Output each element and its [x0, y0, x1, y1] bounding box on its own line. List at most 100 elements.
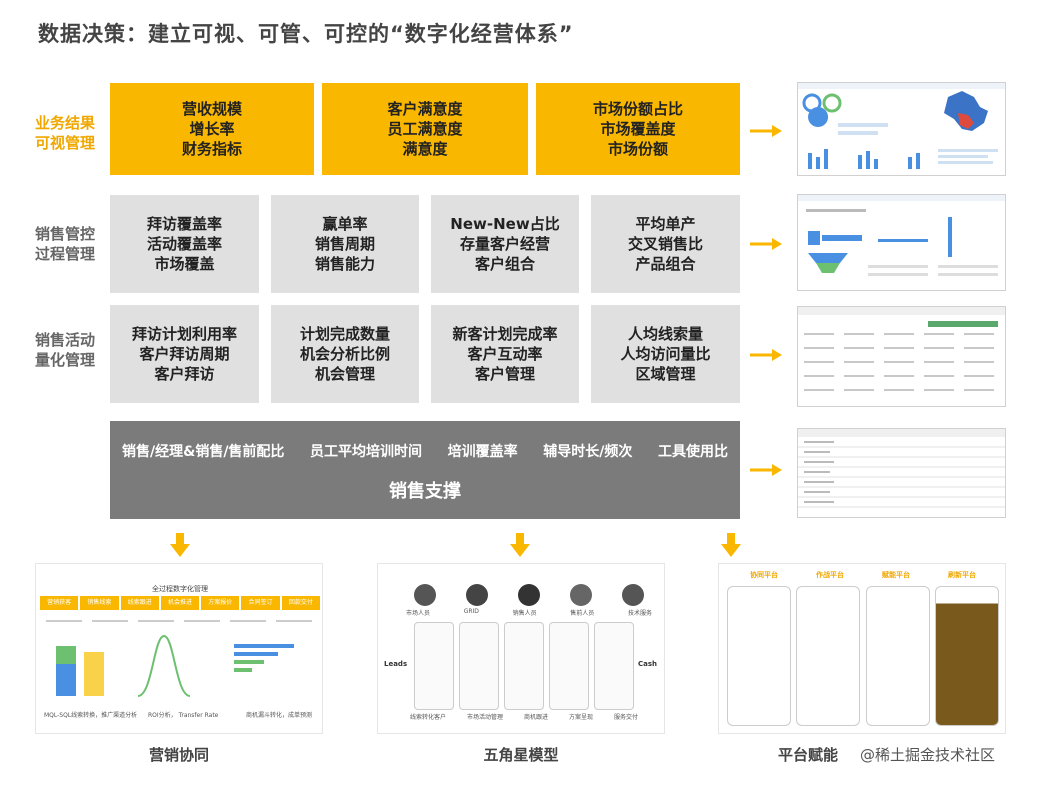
row-label-line: 业务结果 [34, 114, 95, 132]
arrow-down-icon [510, 533, 530, 557]
support-item: 销售/经理&销售/售前配比 [122, 444, 285, 460]
role-label: GRID [463, 608, 479, 615]
arrow-right-icon [750, 125, 782, 137]
result-box-revenue: 营收规模 增长率 财务指标 [110, 83, 314, 175]
result-box-satisfaction: 客户满意度 员工满意度 满意度 [322, 83, 528, 175]
box-line: 区域管理 [635, 365, 696, 383]
row-label-line: 过程管理 [34, 245, 95, 263]
stage-chevron: 合同签订 [241, 596, 280, 610]
dashboard-results-illustration [798, 83, 1005, 169]
dashboard-thumbnail-results [797, 82, 1006, 176]
box-line: 市场覆盖度 [600, 120, 676, 138]
arrow-right-icon [750, 349, 782, 361]
avatar [518, 584, 540, 606]
step-label: 线索转化客户 [410, 714, 447, 721]
support-item: 员工平均培训时间 [310, 444, 423, 460]
role-label: 售前人员 [570, 610, 595, 617]
phone-screen [796, 586, 861, 726]
box-line: 营收规模 [181, 100, 242, 118]
platform-phones [727, 586, 999, 726]
watermark: @稀土掘金技术社区 [860, 746, 996, 764]
box-line: 市场份额 [607, 140, 668, 158]
arrow-down-icon [170, 533, 190, 557]
row-label-line: 销售活动 [34, 331, 95, 349]
phone-screen [727, 586, 791, 726]
stage-chevron: 机会推进 [160, 596, 200, 610]
platform-tab: 作战平台 [816, 571, 844, 579]
box-line: 销售周期 [314, 235, 375, 253]
dashboard-thumbnail-process [797, 194, 1006, 291]
box-line: 客户拜访周期 [139, 345, 230, 363]
dashboard-thumbnail-activity [797, 306, 1006, 407]
process-box-winrate: 赢单率 销售周期 销售能力 [271, 195, 419, 293]
marketing-footer-mid: ROI分析， Transfer Rate [148, 712, 219, 719]
avatar [570, 584, 592, 606]
box-line: New-New占比 [450, 215, 560, 233]
box-line: 计划完成数量 [299, 325, 390, 343]
platform-tabs: 协同平台 作战平台 赋能平台 刷新平台 [731, 570, 995, 580]
step-labels: 线索转化客户 市场活动管理 商机跟进 方案呈现 服务交付 [410, 712, 638, 721]
page-title: 数据决策：建立可视、可管、可控的“数字化经营体系” [38, 22, 574, 46]
box-line: 市场覆盖 [154, 255, 215, 273]
activity-box-visits: 拜访计划利用率 客户拜访周期 客户拜访 [110, 305, 259, 403]
step-label: 服务交付 [613, 714, 638, 721]
phone-screen [504, 622, 544, 710]
dashboard-support-illustration [798, 429, 1005, 508]
row-label-results: 业务结果 可视管理 [22, 113, 108, 153]
marketing-footer-right: 商机漏斗转化，成单预测 [246, 712, 313, 719]
activity-box-new-customers: 新客计划完成率 客户互动率 客户管理 [431, 305, 579, 403]
row-label-line: 销售管控 [34, 225, 95, 243]
platform-tab: 刷新平台 [948, 571, 976, 579]
stage-chevron: 销售线索 [80, 596, 119, 610]
stage-chevron: 线索跟进 [120, 596, 159, 610]
phone-screen [934, 586, 999, 726]
box-line: 财务指标 [181, 140, 242, 158]
label-marketing-synergy: 营销协同 [148, 746, 209, 764]
row-label-line: 量化管理 [34, 351, 95, 369]
role-label: 市场人员 [406, 610, 431, 617]
support-metrics: 销售/经理&销售/售前配比 员工平均培训时间 培训覆盖率 辅导时长/频次 工具使… [122, 441, 728, 463]
platform-tab: 协同平台 [750, 571, 778, 579]
stage-chevron: 营销获客 [40, 596, 79, 610]
row-label-line: 可视管理 [34, 134, 95, 152]
box-line: 机会分析比例 [299, 345, 390, 363]
support-item: 培训覆盖率 [447, 444, 518, 460]
stage-chevron: 回款交付 [281, 596, 320, 610]
box-line: 赢单率 [322, 215, 368, 233]
phone-screen [594, 622, 634, 710]
box-line: 交叉销售比 [627, 235, 703, 253]
process-box-coverage: 拜访覆盖率 活动覆盖率 市场覆盖 [110, 195, 259, 293]
marketing-header: 全过程数字化管理 [152, 585, 208, 593]
marketing-synergy-panel: 全过程数字化管理 营销获客 销售线索 线索跟进 机会推进 方案报价 合同签订 回… [35, 563, 323, 734]
box-line: 平均单产 [635, 215, 696, 233]
phone-screen [865, 586, 930, 726]
box-line: 拜访覆盖率 [146, 215, 222, 233]
platform-tab: 赋能平台 [882, 571, 910, 579]
role-label: 销售人员 [512, 610, 537, 617]
step-label: 市场活动管理 [466, 714, 503, 721]
support-title: 销售支撑 [389, 481, 461, 502]
phone-screen [549, 622, 589, 710]
marketing-stage-bar: 营销获客 销售线索 线索跟进 机会推进 方案报价 合同签订 回款交付 [40, 596, 320, 610]
step-label: 方案呈现 [568, 714, 593, 721]
stage-chevron: 方案报价 [201, 596, 240, 610]
leads-label: Leads [384, 660, 408, 668]
box-line: 客户管理 [474, 365, 535, 383]
avatar [414, 584, 436, 606]
step-label: 商机跟进 [523, 714, 548, 721]
box-line: 客户互动率 [467, 345, 543, 363]
box-line: 客户组合 [474, 255, 535, 273]
box-line: 销售能力 [314, 255, 375, 273]
five-star-model-panel: 市场人员 GRID 销售人员 售前人员 技术服务 Leads Cash 线索转化… [377, 563, 665, 734]
arrow-right-icon [750, 464, 782, 476]
box-line: 新客计划完成率 [452, 325, 558, 343]
label-five-star-model: 五角星模型 [483, 746, 559, 764]
marketing-footer-left: MQL-SQL线索转换，推广渠道分析 [44, 712, 138, 719]
box-line: 存量客户经营 [459, 235, 550, 253]
avatar [466, 584, 488, 606]
phone-screens [414, 622, 634, 710]
row-label-process: 销售管控 过程管理 [22, 224, 108, 264]
dashboard-activity-illustration [798, 307, 1005, 391]
box-line: 人均访问量比 [620, 345, 711, 363]
row-label-activity: 销售活动 量化管理 [22, 330, 108, 370]
